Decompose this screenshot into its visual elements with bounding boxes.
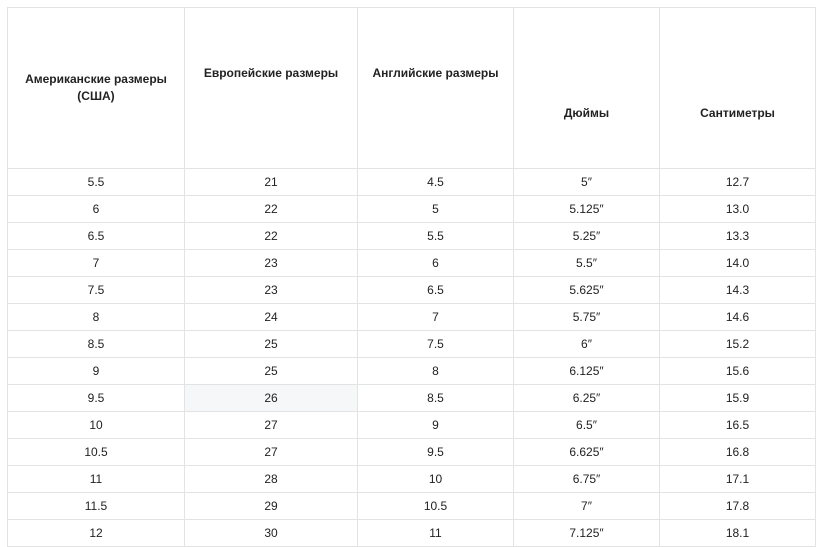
table-row: 11 28 10 6.75″ 17.1 [7, 465, 816, 493]
eu-size-cell: 26 [184, 384, 358, 412]
inches-cell: 5″ [513, 168, 660, 196]
inches-cell: 5.625″ [513, 276, 660, 304]
centimeters-cell: 17.8 [659, 492, 816, 520]
uk-size-cell: 8 [357, 357, 514, 385]
inches-cell: 6″ [513, 330, 660, 358]
uk-size-cell: 5 [357, 195, 514, 223]
eu-size-cell: 30 [184, 519, 358, 547]
centimeters-cell: 15.9 [659, 384, 816, 412]
us-size-cell: 7.5 [7, 276, 185, 304]
eu-size-cell: 23 [184, 276, 358, 304]
centimeters-cell: 13.0 [659, 195, 816, 223]
uk-size-cell: 8.5 [357, 384, 514, 412]
us-size-cell: 8 [7, 303, 185, 331]
inches-cell: 5.5″ [513, 249, 660, 277]
eu-size-cell: 25 [184, 330, 358, 358]
centimeters-cell: 16.5 [659, 411, 816, 439]
table-row: 8 24 7 5.75″ 14.6 [7, 303, 816, 331]
inches-cell: 6.25″ [513, 384, 660, 412]
inches-cell: 6.125″ [513, 357, 660, 385]
table-row: 9.5 26 8.5 6.25″ 15.9 [7, 384, 816, 412]
eu-size-cell: 25 [184, 357, 358, 385]
uk-size-cell: 7.5 [357, 330, 514, 358]
table-row: 12 30 11 7.125″ 18.1 [7, 519, 816, 547]
centimeters-cell: 14.3 [659, 276, 816, 304]
centimeters-cell: 14.6 [659, 303, 816, 331]
header-centimeters: Сантиметры [659, 7, 816, 169]
header-inches: Дюймы [513, 7, 660, 169]
inches-cell: 5.75″ [513, 303, 660, 331]
inches-cell: 7″ [513, 492, 660, 520]
us-size-cell: 10.5 [7, 438, 185, 466]
eu-size-cell: 27 [184, 438, 358, 466]
centimeters-cell: 16.8 [659, 438, 816, 466]
eu-size-cell: 29 [184, 492, 358, 520]
uk-size-cell: 9 [357, 411, 514, 439]
inches-cell: 6.5″ [513, 411, 660, 439]
eu-size-cell: 22 [184, 222, 358, 250]
uk-size-cell: 6 [357, 249, 514, 277]
eu-size-cell: 22 [184, 195, 358, 223]
us-size-cell: 10 [7, 411, 185, 439]
table-body: 5.5 21 4.5 5″ 12.7 6 22 5 5.125″ 13.0 6.5 22 5.5 5.25… [7, 168, 816, 547]
table-row: 8.5 25 7.5 6″ 15.2 [7, 330, 816, 358]
eu-size-cell: 27 [184, 411, 358, 439]
eu-size-cell: 23 [184, 249, 358, 277]
eu-size-cell: 28 [184, 465, 358, 493]
size-conversion-table: Американские размеры (США) Европейские р… [7, 7, 816, 547]
centimeters-cell: 12.7 [659, 168, 816, 196]
eu-size-cell: 21 [184, 168, 358, 196]
us-size-cell: 7 [7, 249, 185, 277]
centimeters-cell: 15.2 [659, 330, 816, 358]
us-size-cell: 6.5 [7, 222, 185, 250]
table-header: Американские размеры (США) Европейские р… [7, 7, 816, 169]
uk-size-cell: 5.5 [357, 222, 514, 250]
header-uk-sizes: Английские размеры [357, 7, 514, 169]
table-row: 9 25 8 6.125″ 15.6 [7, 357, 816, 385]
uk-size-cell: 6.5 [357, 276, 514, 304]
centimeters-cell: 14.0 [659, 249, 816, 277]
centimeters-cell: 17.1 [659, 465, 816, 493]
table-row: 7 23 6 5.5″ 14.0 [7, 249, 816, 277]
us-size-cell: 8.5 [7, 330, 185, 358]
us-size-cell: 11.5 [7, 492, 185, 520]
table-row: 10.5 27 9.5 6.625″ 16.8 [7, 438, 816, 466]
uk-size-cell: 11 [357, 519, 514, 547]
centimeters-cell: 18.1 [659, 519, 816, 547]
centimeters-cell: 13.3 [659, 222, 816, 250]
header-row: Американские размеры (США) Европейские р… [7, 7, 816, 169]
uk-size-cell: 10.5 [357, 492, 514, 520]
uk-size-cell: 10 [357, 465, 514, 493]
inches-cell: 7.125″ [513, 519, 660, 547]
table-row: 7.5 23 6.5 5.625″ 14.3 [7, 276, 816, 304]
header-us-sizes: Американские размеры (США) [7, 7, 185, 169]
inches-cell: 5.25″ [513, 222, 660, 250]
us-size-cell: 11 [7, 465, 185, 493]
us-size-cell: 5.5 [7, 168, 185, 196]
eu-size-cell: 24 [184, 303, 358, 331]
table-row: 5.5 21 4.5 5″ 12.7 [7, 168, 816, 196]
us-size-cell: 12 [7, 519, 185, 547]
us-size-cell: 9.5 [7, 384, 185, 412]
uk-size-cell: 9.5 [357, 438, 514, 466]
inches-cell: 6.75″ [513, 465, 660, 493]
inches-cell: 5.125″ [513, 195, 660, 223]
us-size-cell: 6 [7, 195, 185, 223]
inches-cell: 6.625″ [513, 438, 660, 466]
table-row: 11.5 29 10.5 7″ 17.8 [7, 492, 816, 520]
uk-size-cell: 7 [357, 303, 514, 331]
centimeters-cell: 15.6 [659, 357, 816, 385]
table-row: 6.5 22 5.5 5.25″ 13.3 [7, 222, 816, 250]
table-row: 10 27 9 6.5″ 16.5 [7, 411, 816, 439]
uk-size-cell: 4.5 [357, 168, 514, 196]
table-row: 6 22 5 5.125″ 13.0 [7, 195, 816, 223]
us-size-cell: 9 [7, 357, 185, 385]
header-eu-sizes: Европейские размеры [184, 7, 358, 169]
